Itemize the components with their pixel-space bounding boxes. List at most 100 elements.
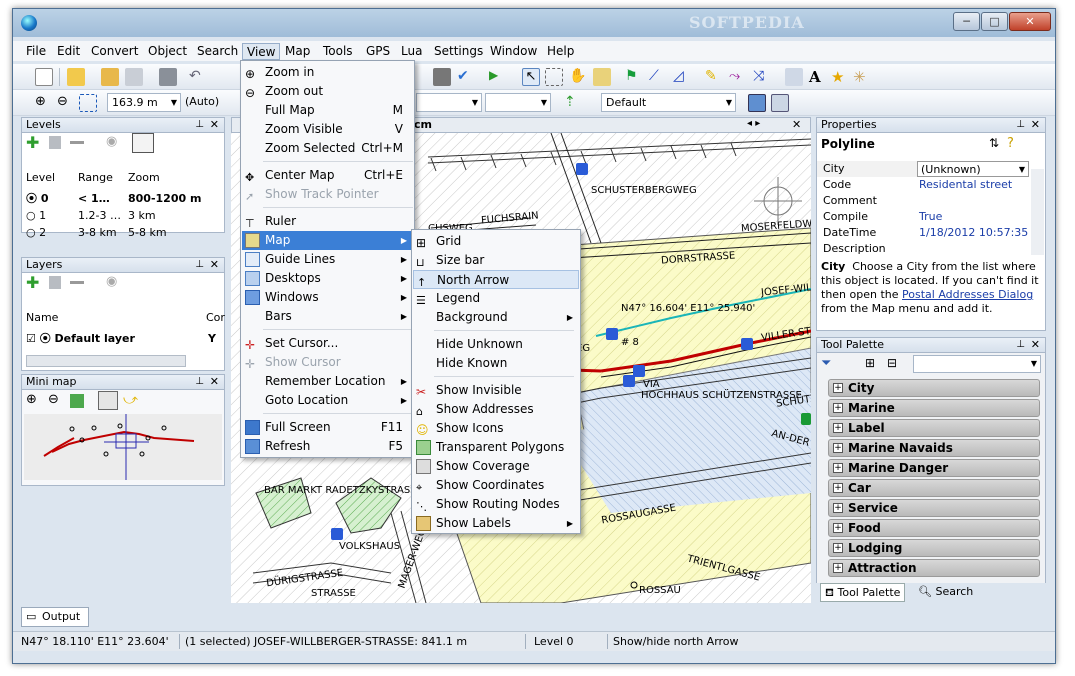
- output-tab[interactable]: ▭ Output: [21, 607, 89, 627]
- expand-icon[interactable]: +: [833, 483, 843, 493]
- add-layer-icon[interactable]: ✚: [26, 273, 39, 292]
- chevron-down-icon[interactable]: ▼: [472, 94, 478, 111]
- maximize-button[interactable]: □: [981, 12, 1008, 31]
- menu-view[interactable]: View: [242, 43, 281, 60]
- minimap-canvas[interactable]: [24, 414, 222, 480]
- menu-item-hide-known[interactable]: Hide Known: [413, 354, 579, 373]
- check-circle-icon[interactable]: ◉: [106, 274, 117, 289]
- palette-item-service[interactable]: + Service: [828, 499, 1040, 517]
- menu-item-show-coordinates[interactable]: ⌖ Show Coordinates: [413, 476, 579, 495]
- menu-item-bars[interactable]: Bars ▶: [242, 307, 413, 326]
- node-edit-icon[interactable]: ⤳: [729, 68, 747, 86]
- tab-search[interactable]: 🔍︎ Search: [914, 583, 977, 602]
- layout2-icon[interactable]: [771, 94, 789, 112]
- refresh-icon[interactable]: [70, 394, 84, 408]
- menu-item-zoom-visible[interactable]: Zoom Visible V: [242, 120, 413, 139]
- zoom-mode-combo[interactable]: (Auto): [181, 93, 241, 112]
- palette-item-attraction[interactable]: + Attraction: [828, 559, 1040, 577]
- menu-item-guide-lines[interactable]: Guide Lines ▶: [242, 250, 413, 269]
- sort-icon[interactable]: ⇅: [989, 136, 999, 150]
- play-icon[interactable]: ▶: [489, 68, 507, 86]
- expand-icon[interactable]: +: [833, 543, 843, 553]
- level-row-0[interactable]: ⦿ 0: [26, 190, 49, 207]
- menu-item-transparent-polygons[interactable]: Transparent Polygons: [413, 438, 579, 457]
- select-arrow-icon[interactable]: ↖: [522, 68, 540, 86]
- menu-tools[interactable]: Tools: [319, 43, 357, 60]
- edit-layer-icon[interactable]: [49, 276, 61, 289]
- pin-icon[interactable]: ⊥: [195, 118, 204, 132]
- minimap-layers-icon[interactable]: [98, 391, 118, 410]
- menu-item-map[interactable]: Map ▶: [242, 231, 413, 250]
- close-icon[interactable]: ✕: [792, 118, 801, 131]
- chevron-down-icon[interactable]: ▼: [1019, 162, 1025, 178]
- menu-item-set-cursor[interactable]: ✛ Set Cursor...: [242, 334, 413, 353]
- menu-item-show-labels[interactable]: Show Labels ▶: [413, 514, 579, 533]
- filter-combo[interactable]: ▼: [485, 93, 551, 112]
- minimap-track-icon[interactable]: ⤻: [123, 392, 138, 408]
- help-icon[interactable]: ?: [1007, 136, 1014, 151]
- filter-icon[interactable]: ⏷: [821, 356, 831, 371]
- chevron-down-icon[interactable]: ▼: [541, 94, 547, 111]
- star-icon[interactable]: ★: [831, 68, 849, 86]
- menu-item-goto-location[interactable]: Goto Location ▶: [242, 391, 413, 410]
- prop-value[interactable]: Residental street: [919, 177, 1012, 193]
- app-globe-icon[interactable]: [21, 15, 37, 31]
- import-image-icon[interactable]: [785, 68, 803, 86]
- menu-item-grid[interactable]: ⊞ Grid: [413, 232, 579, 251]
- save-icon[interactable]: [159, 68, 177, 86]
- menu-item-desktops[interactable]: Desktops ▶: [242, 269, 413, 288]
- menu-convert[interactable]: Convert: [87, 43, 142, 60]
- import-icon[interactable]: [101, 68, 119, 86]
- menu-edit[interactable]: Edit: [53, 43, 84, 60]
- palette-search-input[interactable]: ▼: [913, 355, 1041, 373]
- zoom-rect-icon[interactable]: [79, 94, 97, 112]
- properties-scrollbar[interactable]: [1031, 169, 1044, 255]
- checkbox-icon[interactable]: ☑ ⦿: [26, 332, 55, 345]
- measure-icon[interactable]: [593, 68, 611, 86]
- expand-icon[interactable]: +: [833, 523, 843, 533]
- undo-icon[interactable]: ↶: [189, 68, 207, 86]
- remove-level-icon[interactable]: [70, 141, 84, 144]
- menu-gps[interactable]: GPS: [362, 43, 394, 60]
- close-icon[interactable]: ✕: [1031, 118, 1040, 132]
- menu-item-show-coverage[interactable]: Show Coverage: [413, 457, 579, 476]
- menu-item-show-invisible[interactable]: ✂ Show Invisible: [413, 381, 579, 400]
- palette-item-marine-navaids[interactable]: + Marine Navaids: [828, 439, 1040, 457]
- level-row-1[interactable]: ○ 1: [26, 207, 46, 224]
- zoom-out-icon[interactable]: ⊖: [48, 392, 59, 407]
- check-circle-icon[interactable]: ◉: [106, 134, 117, 149]
- prop-value[interactable]: True: [919, 209, 942, 225]
- expand-all-icon[interactable]: ⊞: [865, 356, 875, 370]
- menu-item-remember-location[interactable]: Remember Location ▶: [242, 372, 413, 391]
- print-icon[interactable]: [125, 68, 143, 86]
- pan-hand-icon[interactable]: ✋: [569, 68, 587, 86]
- menu-item-zoom-in[interactable]: ⊕ Zoom in: [242, 63, 413, 82]
- zoom-out-toolbar-icon[interactable]: ⊖: [57, 94, 75, 112]
- compass-icon[interactable]: ✳: [853, 68, 871, 86]
- close-icon[interactable]: ✕: [210, 118, 219, 132]
- menu-item-zoom-out[interactable]: ⊖ Zoom out: [242, 82, 413, 101]
- chevron-down-icon[interactable]: ▼: [726, 94, 732, 111]
- close-icon[interactable]: ✕: [210, 258, 219, 272]
- menu-help[interactable]: Help: [543, 43, 578, 60]
- menu-window[interactable]: Window: [486, 43, 541, 60]
- palette-item-label[interactable]: + Label: [828, 419, 1040, 437]
- expand-icon[interactable]: +: [833, 463, 843, 473]
- menu-map[interactable]: Map: [281, 43, 314, 60]
- add-level-icon[interactable]: ✚: [26, 133, 39, 152]
- polyline-icon[interactable]: ⟋: [649, 68, 667, 86]
- edit-level-icon[interactable]: [49, 136, 61, 149]
- menu-item-full-map[interactable]: Full Map M: [242, 101, 413, 120]
- zoom-in-icon[interactable]: ⊕: [26, 392, 37, 407]
- menu-object[interactable]: Object: [144, 43, 191, 60]
- pin-icon[interactable]: ⊥: [195, 258, 204, 272]
- city-combo[interactable]: (Unknown) ▼: [917, 161, 1029, 177]
- pin-icon[interactable]: ⊥: [1016, 338, 1025, 352]
- scale-combo[interactable]: 163.9 m ▼: [107, 93, 181, 112]
- level-row-2[interactable]: ○ 2: [26, 224, 46, 241]
- check-icon[interactable]: ✔: [457, 68, 475, 86]
- route-icon[interactable]: ⇡: [564, 94, 582, 112]
- tab-nav-icon[interactable]: ◂ ▸: [747, 118, 760, 129]
- menu-item-ruler[interactable]: ⊤ Ruler: [242, 212, 413, 231]
- expand-icon[interactable]: +: [833, 503, 843, 513]
